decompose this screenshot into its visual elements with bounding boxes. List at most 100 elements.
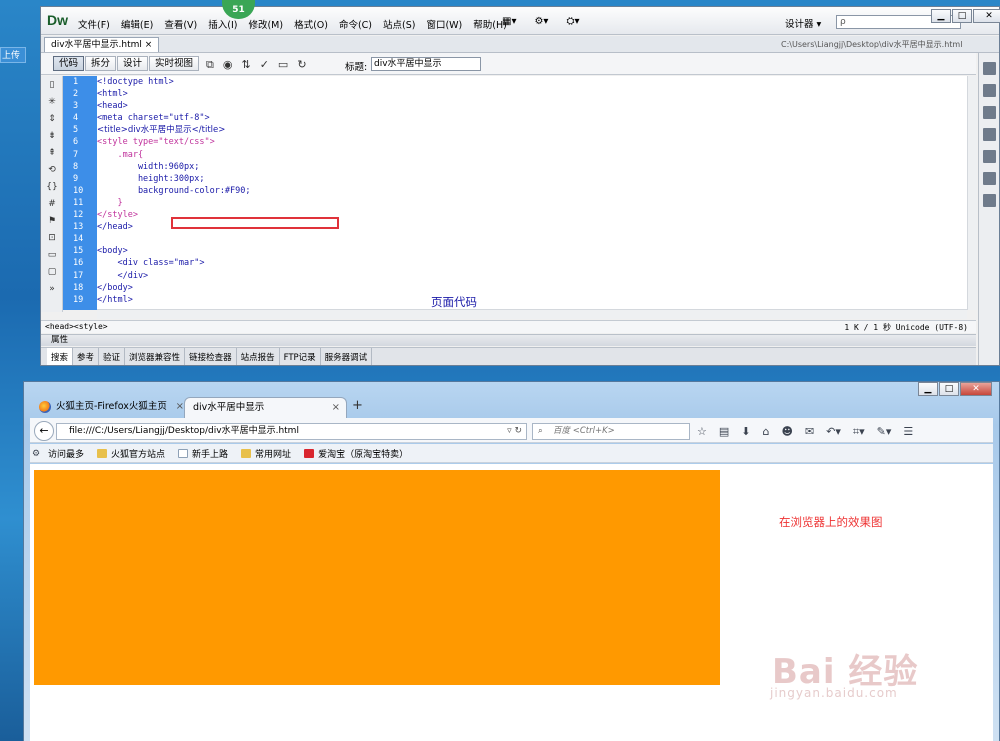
tag-selector[interactable]: <head><style> (45, 322, 108, 331)
menu-view[interactable]: 查看(V) (164, 17, 197, 31)
line-numbers-icon[interactable]: # (45, 199, 59, 212)
downloads-icon[interactable]: ⬇ (741, 425, 750, 439)
css-panel-icon[interactable] (983, 106, 996, 119)
select-parent-tag-icon[interactable]: ⟲ (45, 165, 59, 178)
bookmark-most-visited[interactable]: ⚙ 访问最多 (32, 447, 84, 460)
bookmark-firefox-site[interactable]: 火狐官方站点 (97, 447, 165, 460)
menu-icon[interactable]: ☰ (903, 425, 913, 439)
tab-close-icon[interactable]: × (176, 397, 184, 417)
show-code-navigator-icon[interactable]: ✳ (45, 97, 59, 110)
code-horizontal-scrollbar[interactable] (97, 309, 967, 319)
menu-modify[interactable]: 修改(M) (248, 17, 283, 31)
properties-panel-header[interactable]: 属性 (41, 334, 976, 346)
check-browser-icon[interactable]: ✓ (260, 58, 269, 72)
tab-ftp-log[interactable]: FTP记录 (280, 348, 321, 365)
menu-commands[interactable]: 命令(C) (339, 17, 372, 31)
more-tools-icon[interactable]: » (45, 284, 59, 297)
screenshot-icon[interactable]: ⌗▾ (853, 425, 865, 439)
settings-menu-icon[interactable]: ⚙▾ (534, 16, 548, 27)
reading-list-icon[interactable]: ▤ (719, 425, 729, 439)
tab-search[interactable]: 搜索 (47, 348, 74, 365)
close-icon[interactable]: ✕ (960, 382, 992, 396)
minimize-icon[interactable]: ▁ (931, 9, 951, 23)
tab-div-center[interactable]: div水平居中显示 × (184, 397, 347, 418)
design-view-button[interactable]: 设计 (117, 56, 149, 71)
bookmark-getting-started[interactable]: 新手上路 (178, 447, 228, 460)
tab-site-reports[interactable]: 站点报告 (237, 348, 280, 365)
bookmark-aitaobao[interactable]: 爱淘宝（原淘宝特卖） (304, 447, 408, 460)
code-line: .mar{ (97, 149, 144, 160)
tab-close-icon[interactable]: × (145, 40, 153, 50)
snippets-panel-icon[interactable] (983, 150, 996, 163)
title-label: 标题: (345, 62, 368, 73)
workspace-switcher[interactable]: 设计器 ▾ (785, 16, 821, 30)
upload-button[interactable]: 上传 (0, 47, 26, 63)
chat-icon[interactable]: ☻ (781, 425, 792, 439)
site-menu-icon[interactable]: ⛭▾ (566, 16, 579, 27)
menu-edit[interactable]: 编辑(E) (121, 17, 153, 31)
line-number: 8 (73, 161, 79, 172)
dw-logo: Dw (47, 12, 68, 28)
code-vertical-scrollbar[interactable] (967, 76, 977, 310)
file-management-icon[interactable]: ⇅ (241, 58, 250, 72)
back-icon[interactable]: ← (34, 421, 54, 441)
extension-icon[interactable]: ✎▾ (877, 425, 892, 439)
layout-menu-icon[interactable]: ▦▾ (502, 16, 516, 27)
tab-close-icon[interactable]: × (332, 398, 340, 418)
live-view-button[interactable]: 实时视图 (149, 56, 200, 71)
menu-window[interactable]: 窗口(W) (426, 17, 462, 31)
tab-validation[interactable]: 验证 (99, 348, 126, 365)
open-documents-icon[interactable]: ▯ (45, 80, 59, 93)
collapse-selection-icon[interactable]: ⇟ (45, 131, 59, 144)
url-bar[interactable]: file:///C:/Users/Liangjj/Desktop/div水平居中… (56, 423, 527, 440)
multiscreen-icon[interactable]: ⧉ (206, 58, 214, 72)
minimize-icon[interactable]: ▁ (918, 382, 938, 396)
bookmark-star-icon[interactable]: ☆ (697, 425, 707, 439)
code-line: <style type="text/css"> (97, 137, 215, 148)
assets-panel-icon[interactable] (983, 128, 996, 141)
code-line: <title>div水平居中显示</title> (97, 125, 226, 136)
preview-icon[interactable]: ◉ (223, 58, 233, 72)
new-tab-icon[interactable]: + (352, 398, 363, 413)
refresh-icon[interactable]: ↻ (297, 58, 306, 72)
close-icon[interactable]: ✕ (973, 9, 1000, 23)
files-panel-icon[interactable] (983, 84, 996, 97)
maximize-icon[interactable]: □ (939, 382, 959, 396)
menu-file[interactable]: 文件(F) (78, 17, 110, 31)
reload-icon[interactable]: ▿ ↻ (507, 424, 522, 439)
expand-all-icon[interactable]: ⇞ (45, 148, 59, 161)
split-view-button[interactable]: 拆分 (85, 56, 117, 71)
collapse-tag-icon[interactable]: ⇕ (45, 114, 59, 127)
remove-comment-icon[interactable]: ▢ (45, 267, 59, 280)
tab-firefox-home[interactable]: 火狐主页-Firefox火狐主页 × (36, 397, 190, 418)
apply-comment-icon[interactable]: ▭ (45, 250, 59, 263)
insert-panel-icon[interactable] (983, 62, 996, 75)
menu-insert[interactable]: 插入(I) (208, 17, 237, 31)
maximize-icon[interactable]: □ (952, 9, 972, 23)
message-icon[interactable]: ✉ (805, 425, 814, 439)
code-view-button[interactable]: 代码 (53, 56, 85, 71)
dw-document-toolbar: 代码 拆分 设计 实时视图 ⧉ ◉ ⇅ ✓ ▭ ↻ 标题: div水平居中显示 (41, 53, 976, 75)
tab-server-debug[interactable]: 服务器调试 (321, 348, 373, 365)
tab-link-checker[interactable]: 链接检查器 (185, 348, 237, 365)
highlight-invalid-icon[interactable]: ⚑ (45, 216, 59, 229)
dreamweaver-window: Dw 文件(F) 编辑(E) 查看(V) 插入(I) 修改(M) 格式(O) 命… (40, 0, 1000, 366)
undo-icon[interactable]: ↶▾ (826, 425, 841, 439)
menu-format[interactable]: 格式(O) (294, 17, 328, 31)
tab-browser-compat[interactable]: 浏览器兼容性 (125, 348, 186, 365)
home-icon[interactable]: ⌂ (763, 425, 770, 439)
bookmark-common-sites[interactable]: 常用网址 (241, 447, 291, 460)
visual-aids-icon[interactable]: ▭ (278, 58, 288, 72)
syntax-error-icon[interactable]: ⊡ (45, 233, 59, 246)
mar-div-preview (34, 470, 720, 685)
dom-panel-icon[interactable] (983, 172, 996, 185)
search-bar[interactable]: ⌕ 百度 <Ctrl+K> (532, 423, 690, 440)
menu-site[interactable]: 站点(S) (383, 17, 415, 31)
title-input[interactable]: div水平居中显示 (371, 57, 481, 71)
behaviors-panel-icon[interactable] (983, 194, 996, 207)
tab-reference[interactable]: 参考 (73, 348, 100, 365)
balance-braces-icon[interactable]: {} (45, 182, 59, 195)
document-tab[interactable]: div水平居中显示.html × (44, 37, 160, 52)
dw-document-tabbar: div水平居中显示.html × C:\Users\Liangjj\Deskto… (41, 36, 999, 53)
code-editor[interactable]: <!doctype html> <html> <head> <meta char… (97, 76, 967, 310)
